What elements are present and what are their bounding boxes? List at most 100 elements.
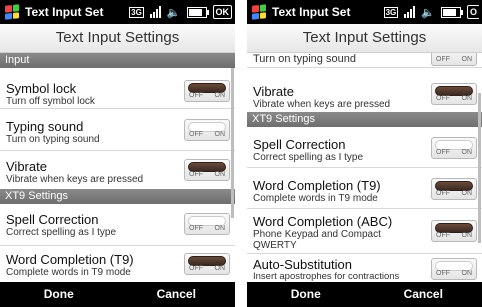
setting-row-vibrate[interactable]: Vibrate Vibrate when keys are pressed OF…: [247, 68, 482, 112]
cancel-softkey[interactable]: Cancel: [118, 282, 236, 307]
app-title: Text Input Set: [272, 5, 351, 19]
setting-row-typing-sound[interactable]: Turn on typing sound OFF ON: [247, 53, 482, 68]
setting-title: Spell Correction: [6, 212, 99, 227]
word-completion-t9-toggle[interactable]: OFF ON: [184, 253, 230, 275]
screen-left: Text Input Set 3G 🔈 OK Text Input Settin…: [0, 0, 235, 307]
toggle-off-label: OFF: [436, 270, 450, 277]
setting-row-typing-sound[interactable]: Typing sound Turn on typing sound OFF ON: [0, 109, 235, 151]
setting-title: Word Completion (T9): [6, 252, 134, 267]
toggle-on-label: ON: [214, 225, 226, 232]
screen-right: Text Input Set 3G 🔈 O Text Input Setting…: [247, 0, 482, 307]
spell-correction-toggle[interactable]: OFF ON: [184, 213, 230, 235]
auto-substitution-toggle[interactable]: OFF ON: [431, 258, 477, 280]
setting-title: Typing sound: [6, 119, 84, 134]
setting-row-auto-substitution[interactable]: Auto-Substitution Insert apostrophes for…: [247, 254, 482, 282]
toggle-off-label: OFF: [436, 95, 450, 102]
setting-row-vibrate[interactable]: Vibrate Vibrate when keys are pressed OF…: [0, 151, 235, 189]
3g-network-icon: 3G: [129, 6, 144, 18]
setting-title: Symbol lock: [6, 81, 77, 96]
toggle-off-label: OFF: [189, 265, 203, 272]
toggle-off-label: OFF: [189, 171, 203, 178]
scrollbar[interactable]: [478, 93, 481, 243]
toggle-off-label: OFF: [189, 131, 203, 138]
title-bar: Text Input Set 3G 🔈 O: [247, 0, 482, 24]
setting-row-spell-correction[interactable]: Spell Correction Correct spelling as I t…: [0, 204, 235, 246]
word-completion-abc-toggle[interactable]: OFF ON: [431, 220, 477, 242]
cancel-softkey[interactable]: Cancel: [365, 282, 482, 307]
signal-strength-icon: [149, 6, 161, 18]
softkey-bar: Done Cancel: [0, 282, 235, 307]
volume-icon[interactable]: 🔈: [421, 6, 435, 19]
toggle-on-label: ON: [461, 56, 473, 63]
page-title: Text Input Settings: [0, 24, 235, 53]
page-title: Text Input Settings: [247, 24, 482, 53]
toggle-on-label: ON: [214, 92, 226, 99]
toggle-off-label: OFF: [436, 149, 450, 156]
setting-title: Auto-Substitution: [253, 257, 353, 272]
setting-title: Vibrate: [253, 84, 294, 99]
status-area: 3G 🔈 O: [383, 0, 482, 24]
settings-list: Turn on typing sound OFF ON Vibrate Vibr…: [247, 53, 482, 282]
typing-sound-toggle[interactable]: OFF ON: [431, 53, 477, 66]
settings-list: Input Symbol lock Turn off symbol lock O…: [0, 53, 235, 282]
setting-subtitle: Phone Keypad and Compact: [253, 229, 381, 240]
vibrate-toggle[interactable]: OFF ON: [184, 159, 230, 181]
spell-correction-toggle[interactable]: OFF ON: [431, 137, 477, 159]
windows-start-icon[interactable]: [5, 4, 19, 20]
section-header-xt9: XT9 Settings: [247, 112, 482, 127]
setting-subtitle: Vibrate when keys are pressed: [253, 99, 391, 110]
setting-title: Word Completion (T9): [253, 178, 381, 193]
setting-subtitle: Turn on typing sound: [6, 134, 100, 145]
setting-title: Word Completion (ABC): [253, 214, 393, 229]
toggle-off-label: OFF: [436, 190, 450, 197]
setting-row-word-completion-abc[interactable]: Word Completion (ABC) Phone Keypad and C…: [247, 209, 482, 254]
ok-button[interactable]: O: [466, 5, 479, 19]
setting-subtitle: Turn on typing sound: [253, 53, 356, 65]
toggle-on-label: ON: [461, 149, 473, 156]
toggle-on-label: ON: [214, 131, 226, 138]
done-softkey[interactable]: Done: [0, 282, 118, 307]
setting-row-symbol-lock[interactable]: Symbol lock Turn off symbol lock OFF ON: [0, 68, 235, 109]
setting-subtitle: Vibrate when keys are pressed: [6, 174, 144, 185]
setting-subtitle: Correct spelling as I type: [6, 227, 117, 238]
done-softkey[interactable]: Done: [247, 282, 365, 307]
typing-sound-toggle[interactable]: OFF ON: [184, 119, 230, 141]
toggle-on-label: ON: [214, 265, 226, 272]
setting-subtitle: Turn off symbol lock: [6, 96, 95, 107]
setting-row-word-completion-t9[interactable]: Word Completion (T9) Complete words in T…: [0, 246, 235, 282]
vibrate-toggle[interactable]: OFF ON: [431, 83, 477, 105]
toggle-on-label: ON: [461, 270, 473, 277]
setting-title: Spell Correction: [253, 137, 346, 152]
toggle-on-label: ON: [214, 171, 226, 178]
volume-icon[interactable]: 🔈: [167, 6, 181, 19]
setting-subtitle: Complete words in T9 mode: [6, 267, 131, 278]
signal-strength-icon: [404, 6, 416, 18]
setting-title: Vibrate: [6, 159, 47, 174]
word-completion-t9-toggle[interactable]: OFF ON: [431, 178, 477, 200]
app-title: Text Input Set: [25, 5, 104, 19]
toggle-on-label: ON: [461, 232, 473, 239]
setting-subtitle-line2: QWERTY: [253, 240, 297, 251]
setting-subtitle: Insert apostrophes for contractions: [253, 271, 400, 282]
symbol-lock-toggle[interactable]: OFF ON: [184, 80, 230, 102]
status-area: 3G 🔈 OK: [129, 0, 235, 24]
toggle-on-label: ON: [461, 190, 473, 197]
toggle-off-label: OFF: [436, 56, 450, 63]
section-header-input: Input: [0, 53, 235, 68]
battery-icon: [440, 6, 463, 18]
3g-network-icon: 3G: [383, 6, 399, 18]
setting-subtitle: Complete words in T9 mode: [253, 193, 378, 204]
toggle-on-label: ON: [461, 95, 473, 102]
setting-row-word-completion-t9[interactable]: Word Completion (T9) Complete words in T…: [247, 168, 482, 209]
battery-icon: [186, 6, 209, 18]
setting-row-spell-correction[interactable]: Spell Correction Correct spelling as I t…: [247, 127, 482, 168]
toggle-off-label: OFF: [189, 92, 203, 99]
windows-start-icon[interactable]: [252, 4, 266, 20]
title-bar: Text Input Set 3G 🔈 OK: [0, 0, 235, 24]
section-header-xt9: XT9 Settings: [0, 189, 235, 204]
toggle-off-label: OFF: [436, 232, 450, 239]
toggle-off-label: OFF: [189, 225, 203, 232]
ok-button[interactable]: OK: [212, 5, 232, 19]
softkey-bar: Done Cancel: [247, 282, 482, 307]
scrollbar[interactable]: [231, 68, 234, 218]
